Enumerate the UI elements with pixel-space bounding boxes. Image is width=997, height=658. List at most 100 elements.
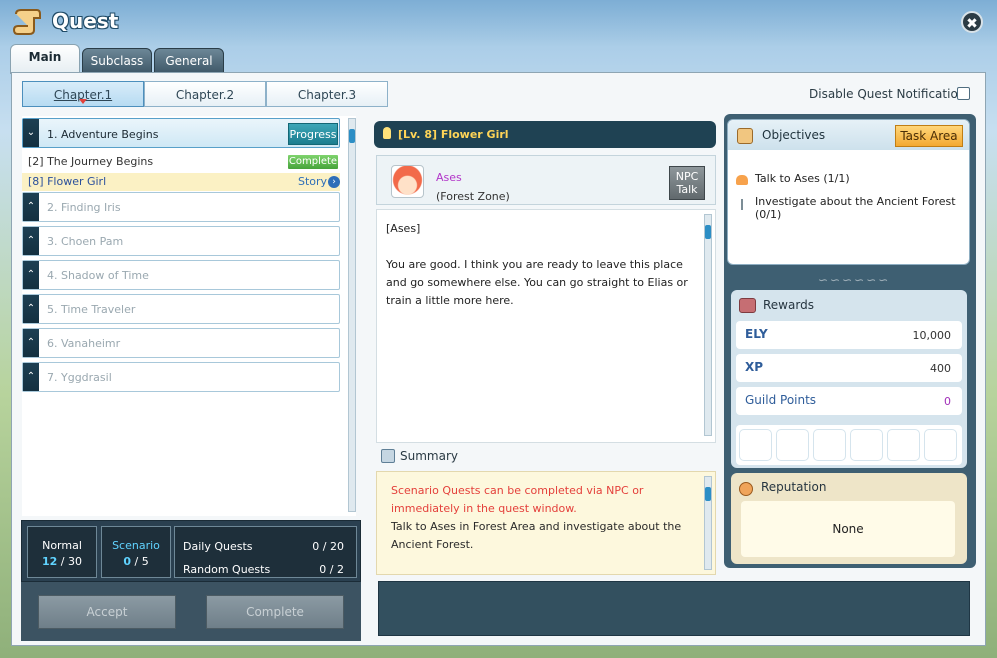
summary-note: Scenario Quests can be completed via NPC… [391,484,644,515]
quest-item[interactable]: [2] The Journey Begins Complete [22,153,340,171]
random-quests-label: Random Quests [183,563,271,576]
npc-talk-line1: NPC [675,170,699,183]
chapter-label: 6. Vanaheimr [47,337,121,350]
chapter-label: 5. Time Traveler [47,303,136,316]
reputation-value: None [741,501,955,557]
task-area-button[interactable]: Task Area [895,125,963,147]
chapter-item[interactable]: ⌃ 7. Yggdrasil [22,362,340,392]
window-title: Quest [52,9,119,33]
reward-ely-value: 10,000 [912,329,952,342]
scroll-thumb[interactable] [705,225,711,239]
objective-item: Investigate about the Ancient Forest (0/… [755,195,956,221]
npc-info: Ases (Forest Zone) NPC Talk [376,155,716,205]
chapter-item[interactable]: ⌃ 4. Shadow of Time [22,260,340,290]
daily-random-stats: Daily Quests 0 / 20 Random Quests 0 / 2 [174,526,357,578]
npc-dialog: [Ases] You are good. I think you are rea… [376,209,716,443]
scroll-thumb[interactable] [349,129,355,143]
rewards-panel: Rewards ELY 10,000 XP 400 Guild Points 0 [731,290,967,468]
chapter-item[interactable]: ⌄ 1. Adventure Begins Progress [22,118,340,148]
reward-slot[interactable] [739,429,772,461]
quest-detail-title: [Lv. 8] Flower Girl [398,128,509,141]
normal-stat: Normal 12 / 30 [27,526,97,578]
expand-icon[interactable]: ⌃ [23,193,39,221]
dialog-speaker: [Ases] [386,222,421,235]
expand-icon[interactable]: ⌃ [23,295,39,323]
reputation-panel: Reputation None [731,473,967,564]
rewards-title: Rewards [763,298,814,312]
objective-item: Talk to Ases (1/1) [755,172,850,185]
reputation-icon [739,482,753,496]
expand-icon[interactable]: ⌃ [23,329,39,357]
disable-notification-label: Disable Quest Notification [809,87,966,101]
chest-icon [739,298,756,313]
collapse-icon[interactable]: ⌄ [23,119,39,147]
summary-box: Scenario Quests can be completed via NPC… [376,471,716,575]
action-bar: Accept Complete [21,582,361,641]
reward-item-slots [736,425,962,465]
scenario-stat: Scenario 0 / 5 [101,526,171,578]
progress-badge: Progress [288,123,338,145]
scenario-label: Scenario [112,539,160,552]
chapter-item[interactable]: ⌃ 3. Choen Pam [22,226,340,256]
chapter-label: 1. Adventure Begins [47,128,159,141]
chapter-item[interactable]: ⌃ 2. Finding Iris [22,192,340,222]
tab-subclass[interactable]: Subclass [82,48,152,74]
expand-icon[interactable]: ⌃ [23,227,39,255]
reward-ely: ELY 10,000 [736,321,962,349]
chapter-item[interactable]: ⌃ 6. Vanaheimr [22,328,340,358]
summary-text: Talk to Ases in Forest Area and investig… [391,520,682,551]
disable-notification-checkbox[interactable] [957,87,970,100]
objectives-title: Objectives [762,128,826,142]
chapter-list-scrollbar[interactable] [348,118,356,512]
scroll-icon [737,128,753,144]
chapter-list: ⌄ 1. Adventure Begins Progress [2] The J… [22,116,356,516]
quest-label: [2] The Journey Begins [28,155,154,168]
chapter-item[interactable]: ⌃ 5. Time Traveler [22,294,340,324]
active-tab-marker-icon [79,99,87,104]
daily-quests-value: 0 / 20 [312,540,344,553]
npc-zone: (Forest Zone) [436,190,510,203]
quest-stats: Normal 12 / 30 Scenario 0 / 5 Daily Ques… [21,520,361,582]
npc-avatar [391,165,424,198]
reward-xp-value: 400 [930,362,951,375]
random-quests-value: 0 / 2 [319,563,344,576]
detail-footer [378,581,970,636]
reward-guild-points-value: 0 [944,395,951,408]
reward-xp-label: XP [745,360,764,374]
tab-general[interactable]: General [154,48,224,74]
complete-badge: Complete [288,155,338,169]
tab-main[interactable]: Main [10,44,80,74]
summary-label: Summary [400,449,458,463]
complete-button[interactable]: Complete [206,595,344,629]
reward-slot[interactable] [776,429,809,461]
scroll-thumb[interactable] [705,487,711,501]
expand-icon[interactable]: ⌃ [23,261,39,289]
reward-slot[interactable] [813,429,846,461]
close-button[interactable]: ✖ [961,11,983,33]
chapter-label: 2. Finding Iris [47,201,121,214]
tab-chapter-3[interactable]: Chapter.3 [266,81,388,107]
story-arrow-icon: › [328,176,340,188]
npc-talk-button[interactable]: NPC Talk [669,166,705,200]
ornament-icon: ∽∽∽∽∽∽ [818,273,891,287]
reward-guild-points: Guild Points 0 [736,387,962,415]
reward-slot[interactable] [924,429,957,461]
chapter-label: 7. Yggdrasil [47,371,112,384]
reward-slot[interactable] [887,429,920,461]
heart-icon [736,175,748,185]
summary-scrollbar[interactable] [704,476,712,570]
objectives-header: Objectives Task Area [728,120,969,150]
expand-icon[interactable]: ⌃ [23,363,39,391]
lightbulb-icon [383,127,391,139]
objective-marker-icon [741,199,743,210]
tab-chapter-2[interactable]: Chapter.2 [144,81,266,107]
reward-xp: XP 400 [736,354,962,382]
scenario-count: 0 / 5 [123,555,149,568]
dialog-scrollbar[interactable] [704,214,712,436]
tab-chapter-1[interactable]: Chapter.1 [22,81,144,107]
accept-button[interactable]: Accept [38,595,176,629]
quest-item-selected[interactable]: [8] Flower Girl Story › [22,173,340,191]
dialog-text: You are good. I think you are ready to l… [386,258,688,307]
quest-detail-header: [Lv. 8] Flower Girl [374,121,716,148]
reward-slot[interactable] [850,429,883,461]
